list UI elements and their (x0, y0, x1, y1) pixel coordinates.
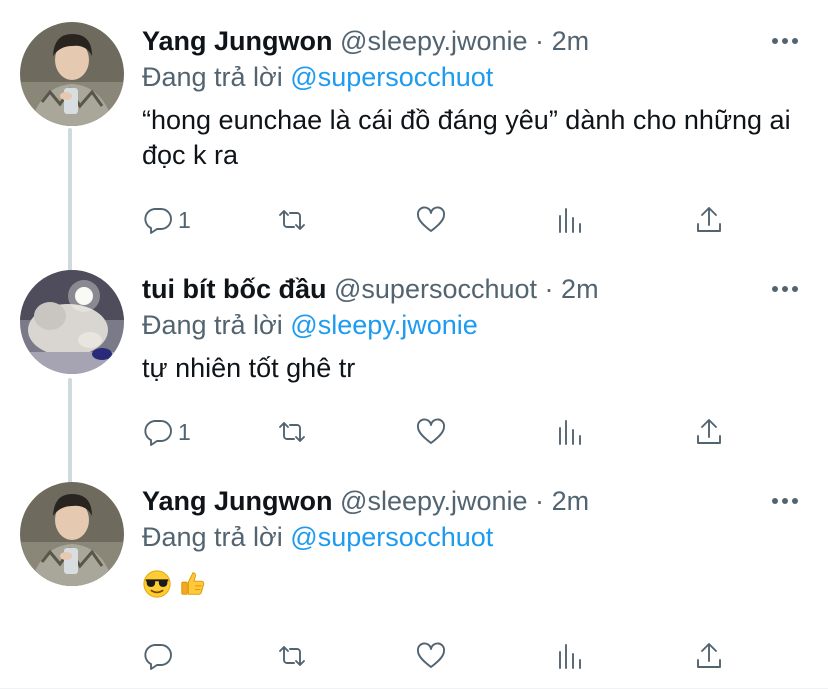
more-icon[interactable] (772, 498, 798, 506)
display-name[interactable]: Yang Jungwon (142, 26, 333, 56)
avatar[interactable] (20, 482, 124, 586)
action-bar: 1 (142, 414, 742, 450)
mention-link[interactable]: @sleepy.jwonie (290, 310, 478, 340)
tweet-header: tui bít bốc đầu @supersocchuot · 2m (142, 272, 808, 306)
comment-icon (144, 420, 172, 446)
user-handle[interactable]: @sleepy.jwonie (340, 26, 528, 56)
stats-icon (559, 420, 581, 445)
comment-icon (144, 644, 172, 670)
reply-button[interactable]: 1 (142, 414, 191, 450)
like-button[interactable] (415, 202, 447, 238)
avatar-photo (20, 482, 124, 586)
thumbs-up-emoji-icon (181, 572, 205, 595)
mention-link[interactable]: @supersocchuot (290, 62, 493, 92)
tweet-text: tự nhiên tốt ghê tr (142, 353, 356, 383)
like-button[interactable] (415, 638, 447, 674)
timestamp[interactable]: 2m (561, 274, 599, 304)
avatar[interactable] (20, 22, 124, 126)
stats-button[interactable] (554, 638, 586, 674)
retweet-icon (279, 422, 305, 442)
timestamp[interactable]: 2m (552, 26, 590, 56)
thread-connector (68, 128, 72, 278)
tweet-header: Yang Jungwon @sleepy.jwonie · 2m (142, 24, 808, 58)
share-button[interactable] (693, 202, 725, 238)
timestamp[interactable]: 2m (552, 486, 590, 516)
action-bar (142, 638, 742, 674)
avatar[interactable] (20, 270, 124, 374)
replying-prefix: Đang trả lời (142, 310, 283, 340)
retweet-button[interactable] (276, 638, 308, 674)
user-handle[interactable]: @sleepy.jwonie (340, 486, 528, 516)
heart-icon (417, 418, 445, 444)
reply-button[interactable]: 1 (142, 202, 191, 238)
mention-link[interactable]: @supersocchuot (290, 522, 493, 552)
stats-icon (559, 644, 581, 669)
action-bar: 1 (142, 202, 742, 238)
retweet-icon (279, 210, 305, 230)
stats-icon (559, 208, 581, 233)
more-icon[interactable] (772, 38, 798, 46)
like-button[interactable] (415, 414, 447, 450)
display-name[interactable]: tui bít bốc đầu (142, 274, 326, 304)
tweet-text: “hong eunchae là cái đồ đáng yêu” dành c… (142, 105, 791, 170)
display-name[interactable]: Yang Jungwon (142, 486, 333, 516)
thread-connector (68, 378, 72, 490)
reply-button[interactable] (142, 638, 174, 674)
avatar-photo (20, 270, 124, 374)
share-button[interactable] (693, 414, 725, 450)
share-button[interactable] (693, 638, 725, 674)
replying-to-line: Đang trả lời @supersocchuot (142, 60, 808, 94)
user-handle[interactable]: @supersocchuot (334, 274, 537, 304)
heart-icon (417, 206, 445, 232)
replying-to-line: Đang trả lời @sleepy.jwonie (142, 308, 808, 342)
sunglasses-emoji-icon (143, 570, 171, 598)
replying-prefix: Đang trả lời (142, 522, 283, 552)
stats-button[interactable] (554, 202, 586, 238)
stats-button[interactable] (554, 414, 586, 450)
heart-icon (417, 642, 445, 668)
comment-icon (144, 208, 172, 234)
tweet-emojis (142, 568, 808, 600)
reply-count: 1 (178, 206, 191, 233)
separator: · (535, 486, 545, 516)
share-icon (697, 419, 721, 444)
replying-prefix: Đang trả lời (142, 62, 283, 92)
retweet-button[interactable] (276, 414, 308, 450)
separator: · (544, 274, 554, 304)
tweet-header: Yang Jungwon @sleepy.jwonie · 2m (142, 484, 808, 518)
share-icon (697, 207, 721, 232)
separator: · (535, 26, 545, 56)
retweet-button[interactable] (276, 202, 308, 238)
avatar-photo (20, 22, 124, 126)
reply-count: 1 (178, 418, 191, 445)
more-icon[interactable] (772, 286, 798, 294)
replying-to-line: Đang trả lời @supersocchuot (142, 520, 808, 554)
retweet-icon (279, 646, 305, 666)
share-icon (697, 643, 721, 668)
